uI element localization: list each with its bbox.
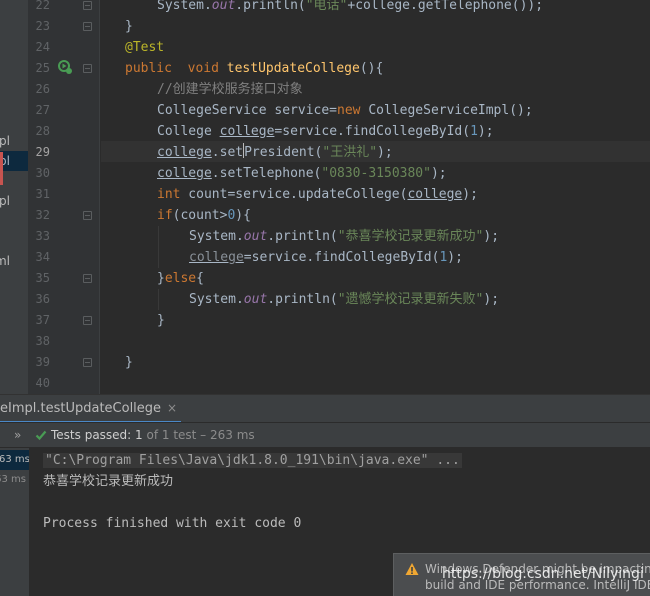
console-line: 恭喜学校记录更新成功 xyxy=(43,474,174,489)
fold-marker-icon[interactable] xyxy=(83,22,92,31)
fold-marker-icon[interactable] xyxy=(83,274,92,283)
test-status-bar: » Tests passed: 1 of 1 test – 263 ms xyxy=(0,422,650,448)
line-number: 28 xyxy=(35,124,50,138)
test-tree-time[interactable]: 63 ms xyxy=(0,470,26,490)
line-number: 24 xyxy=(35,40,50,54)
code-editor[interactable]: pl eImpl pl .iml 22 23 24 25 26 27 28 29… xyxy=(0,0,650,394)
tests-passed-summary: Tests passed: 1 of 1 test – 263 ms xyxy=(51,428,255,442)
fold-marker-icon[interactable] xyxy=(83,64,92,73)
tests-summary: of 1 test – 263 ms xyxy=(142,428,255,442)
line-number: 27 xyxy=(35,103,50,117)
line-number: 34 xyxy=(35,250,50,264)
line-number: 25 xyxy=(35,61,50,75)
console-line: Process finished with exit code 0 xyxy=(43,516,302,531)
line-number: 30 xyxy=(35,166,50,180)
code-line-33[interactable]: System.out.println("恭喜学校记录更新成功"); xyxy=(189,226,499,247)
chevron-more-icon[interactable]: » xyxy=(14,428,21,442)
code-line-39[interactable]: } xyxy=(125,352,133,373)
project-item[interactable]: pl xyxy=(0,191,28,211)
fold-marker-icon[interactable] xyxy=(83,1,92,10)
code-line-27[interactable]: CollegeService service=new CollegeServic… xyxy=(157,100,533,121)
code-line-23[interactable]: } xyxy=(125,16,133,37)
check-icon xyxy=(35,430,47,441)
line-number: 32 xyxy=(35,208,50,222)
line-number: 39 xyxy=(35,355,50,369)
line-number: 33 xyxy=(35,229,50,243)
warning-icon xyxy=(405,563,419,575)
run-test-icon[interactable] xyxy=(58,60,72,74)
line-gutter[interactable]: 22 23 24 25 26 27 28 29 30 31 32 33 34 3… xyxy=(28,0,100,394)
watermark-text: https://blog.csdn.net/Nilyingi xyxy=(442,566,644,582)
line-number: 38 xyxy=(35,334,50,348)
run-tab-label: eImpl.testUpdateCollege xyxy=(0,401,162,416)
code-line-28[interactable]: College college=service.findCollegeById(… xyxy=(157,121,494,142)
line-number: 31 xyxy=(35,187,50,201)
code-line-32[interactable]: if(count>0){ xyxy=(157,205,251,226)
code-line-37[interactable]: } xyxy=(157,310,165,331)
code-line-35[interactable]: }else{ xyxy=(157,268,204,289)
project-item[interactable]: pl xyxy=(0,131,28,151)
code-line-25[interactable]: public void testUpdateCollege(){ xyxy=(125,58,383,79)
code-line-26[interactable]: //创建学校服务接口对象 xyxy=(157,79,303,100)
console-command[interactable]: "C:\Program Files\Java\jdk1.8.0_191\bin\… xyxy=(43,453,462,468)
test-tree-time-selected[interactable]: 63 ms xyxy=(0,450,29,470)
console-line: "C:\Program Files\Java\jdk1.8.0_191\bin\… xyxy=(43,450,462,471)
code-line-34[interactable]: college=service.findCollegeById(1); xyxy=(189,247,463,268)
code-line-29[interactable]: college.setPresident("王洪礼"); xyxy=(157,142,393,163)
fold-marker-icon[interactable] xyxy=(83,316,92,325)
line-number: 40 xyxy=(35,376,50,390)
project-item[interactable]: .iml xyxy=(0,251,28,271)
code-line-31[interactable]: int count=service.updateCollege(college)… xyxy=(157,184,478,205)
code-area[interactable]: System.out.println("电话"+college.getTelep… xyxy=(101,0,650,394)
line-number: 22 xyxy=(35,0,50,12)
line-number-current: 29 xyxy=(35,145,50,159)
indent-guide xyxy=(158,226,159,268)
fold-marker-icon[interactable] xyxy=(83,211,92,220)
close-icon[interactable]: × xyxy=(167,401,177,415)
project-item-selected[interactable]: eImpl xyxy=(0,151,28,171)
line-number: 36 xyxy=(35,292,50,306)
test-tree[interactable]: 63 ms 63 ms xyxy=(0,448,30,596)
indent-guide xyxy=(158,289,159,310)
line-number: 26 xyxy=(35,82,50,96)
line-number: 37 xyxy=(35,313,50,327)
error-marker xyxy=(0,152,3,185)
tests-passed-label: Tests passed: 1 xyxy=(51,428,143,442)
line-number: 23 xyxy=(35,19,50,33)
code-line-22[interactable]: System.out.println("电话"+college.getTelep… xyxy=(157,0,543,16)
code-line-36[interactable]: System.out.println("遗憾学校记录更新失败"); xyxy=(189,289,499,310)
fold-marker-icon[interactable] xyxy=(83,358,92,367)
code-line-30[interactable]: college.setTelephone("0830-3150380"); xyxy=(157,163,447,184)
run-config-tab[interactable]: eImpl.testUpdateCollege × xyxy=(0,395,182,423)
run-tool-window-header: eImpl.testUpdateCollege × xyxy=(0,394,650,423)
project-tree-strip[interactable]: pl eImpl pl .iml xyxy=(0,0,28,394)
code-line-24[interactable]: @Test xyxy=(125,37,164,58)
line-number: 35 xyxy=(35,271,50,285)
